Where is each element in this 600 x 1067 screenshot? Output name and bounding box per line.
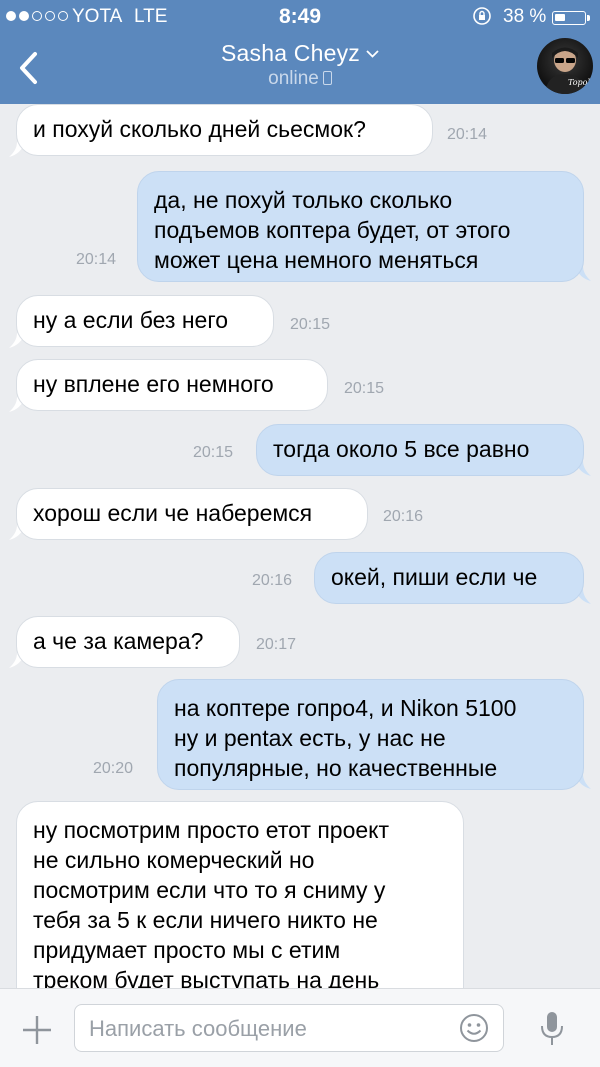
message-time: 20:15 xyxy=(193,444,234,461)
rotation-lock-icon xyxy=(472,6,492,32)
message-text: может цена немного меняться xyxy=(154,247,479,273)
message-input-field[interactable] xyxy=(74,1004,504,1053)
phone-icon xyxy=(322,71,332,85)
message-text: популярные, но качественные xyxy=(174,755,498,781)
status-bar: YOTA LTE 8:49 38 % xyxy=(0,0,600,34)
contact-name: Sasha Cheyz xyxy=(221,40,360,66)
message-bubble: окей, пиши если че xyxy=(314,552,584,604)
message-time: 20:16 xyxy=(252,572,293,589)
message-bubble: на коптере гопро4, и Nikon 5100 ну и pen… xyxy=(157,679,584,790)
message-bubble: а че за камера? xyxy=(16,616,240,668)
battery-percent: 38 % xyxy=(503,6,547,27)
message-text: подъемов коптера будет, от этого xyxy=(154,217,511,243)
message-bubble: тогда около 5 все равно xyxy=(256,424,584,476)
message-bubble: ну вплене его немного xyxy=(16,359,328,411)
message-time: 20:14 xyxy=(447,126,488,143)
message-input[interactable] xyxy=(87,1005,451,1053)
message-time: 20:16 xyxy=(383,508,424,525)
message-text: окей, пиши если че xyxy=(331,564,538,590)
smile-icon xyxy=(460,1014,488,1042)
microphone-icon xyxy=(541,1012,563,1045)
message-time: 20:15 xyxy=(344,380,385,397)
message-text: ну и pentax есть, у нас не xyxy=(174,725,446,751)
message-list[interactable]: и похуй сколько дней сьесмок? 20:14 да, … xyxy=(0,104,600,988)
message-text: и похуй сколько дней сьесмок? xyxy=(33,116,366,142)
message-text: придумает просто мы с етим xyxy=(33,937,341,963)
attach-button[interactable] xyxy=(22,1015,52,1045)
message-bubble: хорош если че наберемся xyxy=(16,488,368,540)
plus-icon xyxy=(23,1016,51,1044)
chat-header: YOTA LTE 8:49 38 % Sasha Cheyz online To… xyxy=(0,0,600,104)
emoji-button[interactable] xyxy=(459,1013,489,1043)
message-time: 20:20 xyxy=(93,760,134,777)
message-text: тебя за 5 к если ничего никто не xyxy=(33,907,378,933)
online-status: online xyxy=(268,68,319,89)
message-text: да, не похуй только сколько xyxy=(154,187,453,213)
message-text: ну а если без него xyxy=(33,307,229,333)
message-bubble: ну посмотрим просто етот проект не сильн… xyxy=(16,801,464,988)
message-text: на коптере гопро4, и Nikon 5100 xyxy=(174,695,517,721)
battery-icon xyxy=(552,11,586,25)
message-bubble: ну а если без него xyxy=(16,295,274,347)
message-composer xyxy=(0,988,600,1067)
message-time: 20:15 xyxy=(290,316,331,333)
message-text: тогда около 5 все равно xyxy=(273,436,530,462)
message-time: 20:14 xyxy=(76,251,117,268)
message-text: ну вплене его немного xyxy=(33,371,274,397)
voice-message-button[interactable] xyxy=(540,1011,564,1047)
avatar[interactable]: Topol xyxy=(537,38,593,94)
chevron-down-icon xyxy=(366,45,379,63)
message-bubble: да, не похуй только сколько подъемов коп… xyxy=(137,171,584,282)
message-bubble: и похуй сколько дней сьесмок? xyxy=(16,104,433,156)
message-time: 20:17 xyxy=(256,636,297,653)
contact-title[interactable]: Sasha Cheyz online xyxy=(0,40,600,90)
message-text: а че за камера? xyxy=(33,628,204,654)
message-text: треком будет выступать на день xyxy=(33,967,380,988)
message-text: посмотрим если что то я сниму у xyxy=(33,877,386,903)
message-text: ну посмотрим просто етот проект xyxy=(33,817,390,843)
message-text: не сильно комерческий но xyxy=(33,847,315,873)
message-text: хорош если че наберемся xyxy=(33,500,313,526)
